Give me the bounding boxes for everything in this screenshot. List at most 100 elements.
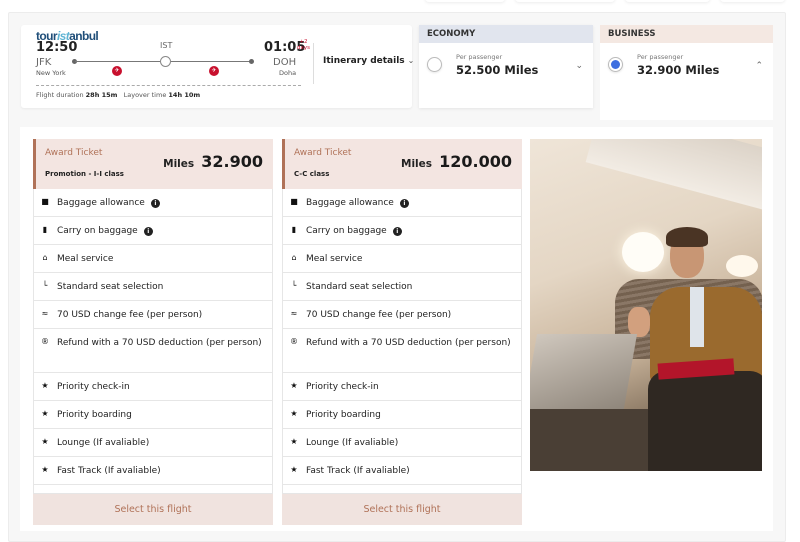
feature-label: Lounge (If avaliable)	[57, 438, 150, 448]
select-flight-button[interactable]: Select this flight	[33, 494, 273, 525]
chevron-down-icon[interactable]: ⌄	[575, 61, 583, 71]
carry-on-icon: ▮	[42, 225, 48, 234]
feature-row: ≈ 70 USD change fee (per person)	[33, 301, 273, 329]
top-tab[interactable]	[720, 0, 785, 2]
info-icon[interactable]: i	[392, 227, 402, 236]
feature-label: Refund with a 70 USD deduction (per pers…	[57, 338, 262, 348]
feature-row: ★ Priority check-in	[33, 373, 273, 401]
feature-row: ⌂ Meal service	[282, 245, 522, 273]
photo-laptop	[530, 334, 638, 414]
dashed-divider	[36, 85, 301, 86]
star-icon: ★	[290, 465, 298, 474]
feature-label: Standard seat selection	[306, 282, 413, 292]
itinerary-details-button[interactable]: Itinerary details ⌄	[323, 56, 414, 66]
feature-label: Baggage allowance	[306, 198, 394, 208]
feature-row: ⌂ Meal service	[33, 245, 273, 273]
info-icon[interactable]: i	[399, 199, 409, 208]
feature-row-spacer	[33, 485, 273, 494]
feature-label: Lounge (If avaliable)	[306, 438, 399, 448]
per-passenger-label: Per passenger	[456, 53, 503, 61]
feature-row: ★ Fast Track (If avaliable)	[282, 457, 522, 485]
feature-label: Standard seat selection	[57, 282, 164, 292]
stopover-marker	[160, 56, 171, 67]
chevron-up-icon[interactable]: ⌃	[755, 61, 763, 71]
route-line	[171, 61, 251, 62]
fare-class-label: C-C class	[294, 170, 330, 178]
route-end-dot	[249, 59, 254, 64]
feature-row: └ Standard seat selection	[282, 273, 522, 301]
photo-table	[530, 409, 655, 471]
airline-plane-icon: ✈	[209, 66, 219, 76]
award-ticket-label: Award Ticket	[294, 148, 352, 158]
feature-row: ★ Priority check-in	[282, 373, 522, 401]
change-fee-icon: ≈	[290, 309, 298, 318]
route-line	[75, 61, 160, 62]
seat-icon: └	[42, 281, 48, 290]
feature-label: Baggage allowance	[57, 198, 145, 208]
feature-label: 70 USD change fee (per person)	[57, 310, 203, 320]
seat-icon: └	[291, 281, 297, 290]
feature-row: ■ Baggage allowance i	[33, 189, 273, 217]
top-tab[interactable]	[515, 0, 615, 2]
fare-title-business: BUSINESS	[600, 25, 773, 43]
info-icon[interactable]: i	[143, 227, 153, 236]
departure-airport-code: JFK	[36, 57, 52, 68]
feature-row: ★ Priority boarding	[33, 401, 273, 429]
top-tab[interactable]	[425, 0, 505, 2]
feature-row: ■ Baggage allowance i	[282, 189, 522, 217]
feature-label: Refund with a 70 USD deduction (per pers…	[306, 338, 511, 348]
miles-amount: 120.000	[439, 152, 512, 171]
fare-class-label: Promotion - I-I class	[45, 170, 124, 178]
fare-option-economy[interactable]: ECONOMY Per passenger 52.500 Miles ⌄	[419, 25, 593, 108]
feature-row: └ Standard seat selection	[33, 273, 273, 301]
feature-row: ® Refund with a 70 USD deduction (per pe…	[33, 329, 273, 373]
feature-row: ★ Lounge (If avaliable)	[33, 429, 273, 457]
meal-icon: ⌂	[291, 253, 297, 262]
business-class-photo	[530, 139, 762, 471]
photo-passenger-hair	[666, 227, 708, 247]
star-icon: ★	[41, 465, 49, 474]
miles-amount: 32.900	[201, 152, 263, 171]
flight-summary-card: touristanbul 12:50 JFK New York ✈ IST ✈ …	[21, 25, 414, 108]
award-ticket-card: Award Ticket Promotion - I-I class Miles…	[33, 139, 273, 525]
ticket-header: Award Ticket C-C class Miles 120.000	[282, 139, 522, 189]
feature-label: Carry on baggage	[306, 226, 387, 236]
feature-row: ★ Priority boarding	[282, 401, 522, 429]
photo-ceiling	[585, 139, 762, 214]
photo-window	[726, 255, 758, 277]
photo-window	[622, 232, 664, 272]
info-icon[interactable]: i	[150, 199, 160, 208]
divider	[313, 43, 314, 84]
star-icon: ★	[290, 437, 298, 446]
star-icon: ★	[290, 409, 298, 418]
business-radio[interactable]	[608, 57, 623, 72]
award-ticket-label: Award Ticket	[45, 148, 103, 158]
feature-row-spacer	[282, 485, 522, 494]
business-miles: 32.900 Miles	[637, 63, 720, 77]
stopover-code: IST	[160, 41, 173, 50]
star-icon: ★	[41, 381, 49, 390]
feature-label: Priority boarding	[57, 410, 132, 420]
top-tab[interactable]	[625, 0, 710, 2]
fare-title-economy: ECONOMY	[419, 25, 593, 43]
baggage-icon: ■	[41, 197, 49, 206]
select-flight-button[interactable]: Select this flight	[282, 494, 522, 525]
change-fee-icon: ≈	[41, 309, 49, 318]
feature-row: ® Refund with a 70 USD deduction (per pe…	[282, 329, 522, 373]
feature-label: Meal service	[57, 254, 114, 264]
feature-row: ▮ Carry on baggage i	[33, 217, 273, 245]
feature-row: ▮ Carry on baggage i	[282, 217, 522, 245]
fare-option-business[interactable]: BUSINESS Per passenger 32.900 Miles ⌃	[600, 25, 773, 120]
departure-time: 12:50	[36, 40, 78, 55]
feature-row: ★ Lounge (If avaliable)	[282, 429, 522, 457]
photo-hand	[628, 307, 650, 337]
star-icon: ★	[41, 437, 49, 446]
star-icon: ★	[41, 409, 49, 418]
arrival-city: Doha	[279, 69, 297, 77]
arrival-airport-code: DOH	[273, 57, 297, 68]
economy-radio[interactable]	[427, 57, 442, 72]
award-ticket-card: Award Ticket C-C class Miles 120.000 ■ B…	[282, 139, 522, 525]
feature-label: Fast Track (If avaliable)	[57, 466, 161, 476]
feature-row: ≈ 70 USD change fee (per person)	[282, 301, 522, 329]
feature-label: Priority boarding	[306, 410, 381, 420]
